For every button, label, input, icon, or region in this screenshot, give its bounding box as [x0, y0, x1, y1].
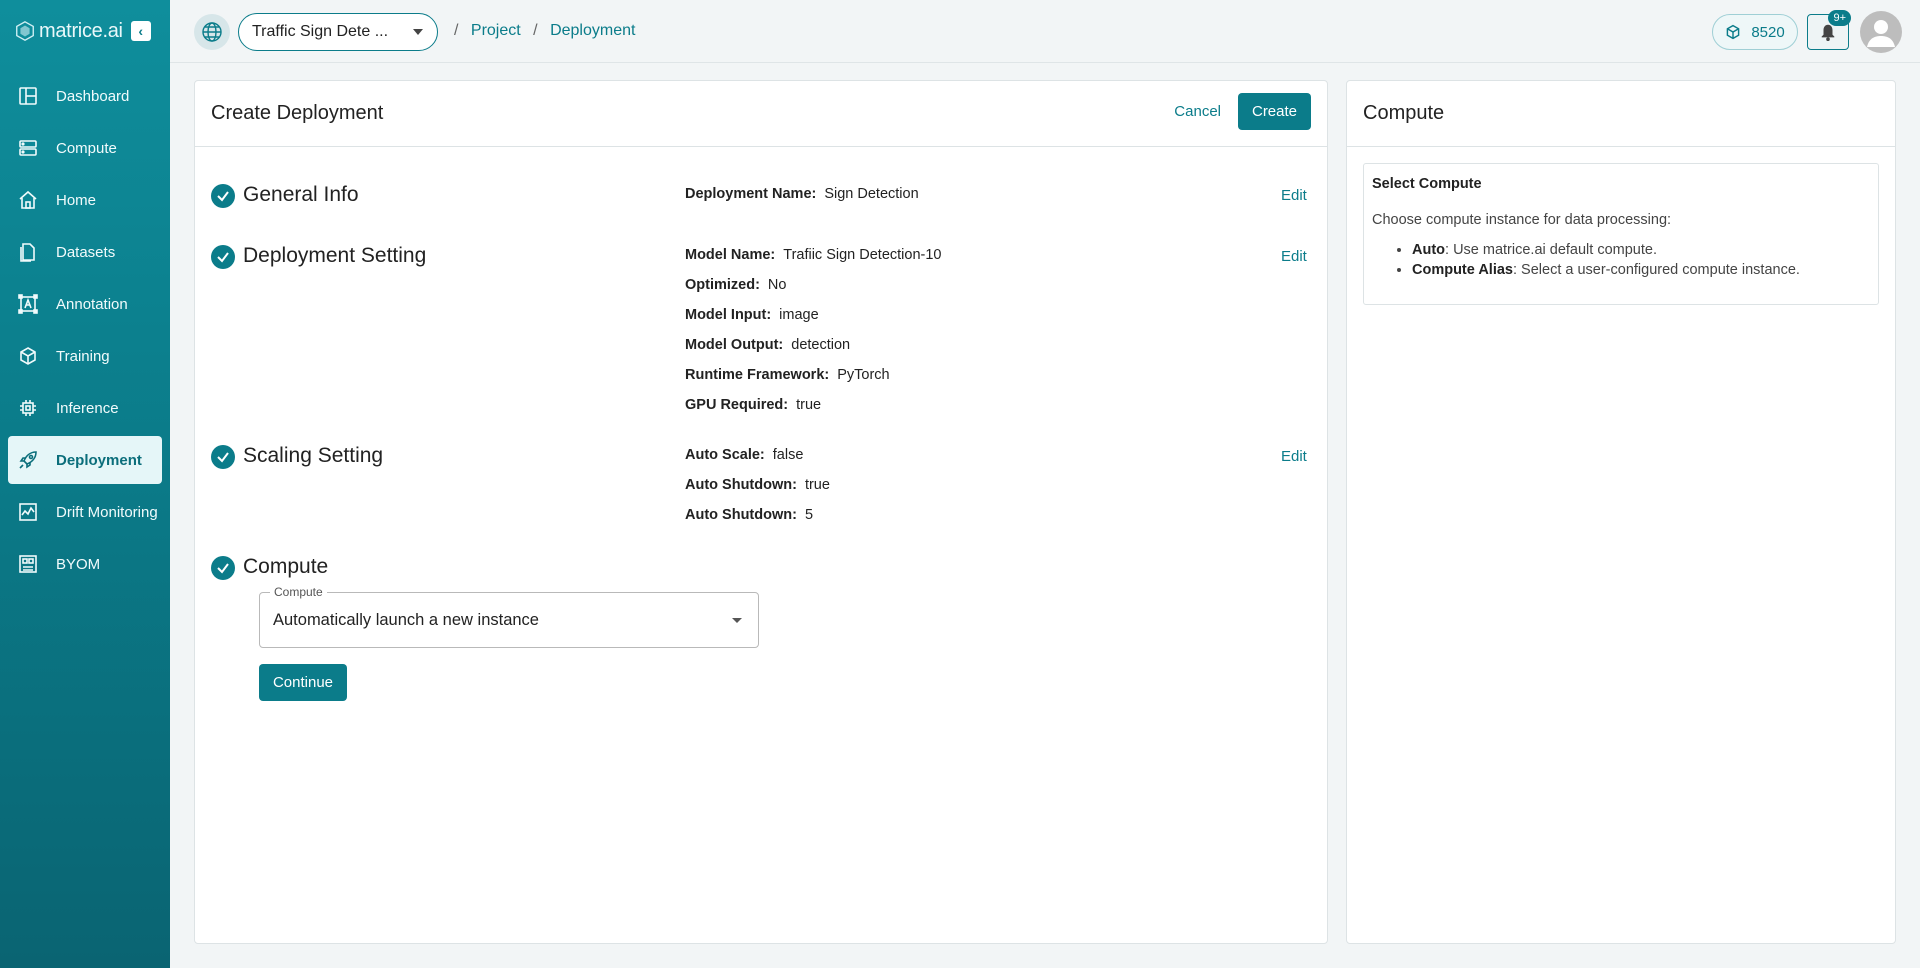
sidebar-item-label: Datasets [56, 243, 116, 261]
project-select[interactable]: Traffic Sign Dete ... [238, 13, 438, 51]
field-auto-scale: Auto Scale: false [685, 447, 804, 463]
help-title: Select Compute [1372, 176, 1482, 192]
check-circle-icon [211, 184, 235, 208]
sidebar-item-datasets[interactable]: Datasets [8, 228, 162, 276]
sidebar-item-byom[interactable]: BYOM [8, 540, 162, 588]
sidebar-item-label: Inference [56, 399, 119, 417]
notifications-button[interactable]: 9+ [1807, 10, 1851, 50]
collapse-sidebar-button[interactable]: ‹ [130, 21, 151, 41]
breadcrumb: / Project / Deployment [446, 22, 635, 40]
brand: matrice.ai ‹ [0, 0, 170, 62]
model-icon [19, 555, 37, 573]
step-title: Deployment Setting [243, 244, 427, 267]
continue-button[interactable]: Continue [259, 664, 347, 701]
field-runtime-framework: Runtime Framework: PyTorch [685, 367, 890, 383]
step-fields: Model Name: Trafiic Sign Detection-10 Opt… [685, 247, 1085, 427]
sidebar-item-label: Compute [56, 139, 117, 157]
sidebar-item-label: Deployment [56, 451, 142, 469]
cube-icon [1726, 24, 1740, 40]
chart-icon [19, 503, 37, 521]
field-model-input: Model Input: image [685, 307, 819, 323]
brand-name: matrice.ai [39, 19, 123, 42]
sidebar-item-drift-monitoring[interactable]: Drift Monitoring [8, 488, 162, 536]
compute-help-panel: Compute Select Compute Choose compute in… [1346, 80, 1896, 944]
chevron-left-icon: ‹ [138, 23, 144, 39]
field-gpu-required: GPU Required: true [685, 397, 822, 413]
dashboard-icon [19, 87, 37, 105]
sidebar: matrice.ai ‹ Dashboard Compute Home Data… [0, 0, 170, 968]
caret-down-icon [732, 618, 742, 623]
breadcrumb-separator: / [454, 22, 459, 39]
breadcrumb-deployment[interactable]: Deployment [550, 22, 635, 39]
sidebar-item-label: Drift Monitoring [56, 503, 158, 521]
sidebar-item-home[interactable]: Home [8, 176, 162, 224]
edit-general-info-button[interactable]: Edit [1281, 187, 1307, 204]
matrice-logo-icon [16, 21, 34, 41]
sidebar-item-compute[interactable]: Compute [8, 124, 162, 172]
check-circle-icon [211, 245, 235, 269]
help-description: Choose compute instance for data process… [1372, 212, 1672, 228]
chip-icon [20, 400, 36, 416]
help-box: Select Compute Choose compute instance f… [1363, 163, 1879, 305]
user-icon [1867, 20, 1895, 47]
avatar[interactable] [1860, 11, 1902, 53]
cancel-button[interactable]: Cancel [1174, 103, 1221, 120]
credits-button[interactable]: 8520 [1712, 14, 1798, 50]
caret-down-icon [413, 29, 423, 35]
compute-select-label: Compute [270, 585, 327, 599]
breadcrumb-project[interactable]: Project [471, 22, 521, 39]
server-icon [19, 140, 37, 156]
field-deployment-name: Deployment Name: Sign Detection [685, 186, 919, 202]
sidebar-nav: Dashboard Compute Home Datasets Annotati… [0, 72, 170, 588]
sidebar-item-label: Home [56, 191, 97, 209]
field-model-output: Model Output: detection [685, 337, 851, 353]
sidebar-item-label: BYOM [56, 555, 101, 573]
sidebar-item-annotation[interactable]: Annotation [8, 280, 162, 328]
create-deployment-panel: Create Deployment Cancel Create General … [194, 80, 1328, 944]
sidebar-item-label: Dashboard [56, 87, 130, 105]
step-fields: Auto Scale: false Auto Shutdown: true Auto… [685, 447, 1085, 537]
sidebar-item-deployment[interactable]: Deployment [8, 436, 162, 484]
notifications-badge: 9+ [1828, 10, 1851, 26]
step-title: General Info [243, 183, 359, 206]
edit-scaling-setting-button[interactable]: Edit [1281, 448, 1307, 465]
document-icon [20, 243, 35, 262]
sidebar-item-label: Training [56, 347, 110, 365]
create-button[interactable]: Create [1238, 93, 1311, 130]
side-panel-title: Compute [1363, 102, 1445, 124]
help-list: Auto: Use matrice.ai default compute. Co… [1372, 242, 1870, 278]
cube-icon [20, 347, 36, 365]
globe-icon [202, 22, 222, 42]
sidebar-item-label: Annotation [56, 295, 128, 313]
edit-deployment-setting-button[interactable]: Edit [1281, 248, 1307, 265]
field-model-name: Model Name: Trafiic Sign Detection-10 [685, 247, 942, 263]
step-fields: Deployment Name: Sign Detection [685, 186, 1085, 216]
home-icon [19, 190, 37, 209]
step-title: Scaling Setting [243, 444, 384, 467]
annotation-icon [18, 294, 38, 314]
topbar: Traffic Sign Dete ... / Project / Deploy… [170, 0, 1920, 63]
list-item: Compute Alias: Select a user-configured … [1412, 262, 1870, 278]
step-title: Compute [243, 555, 329, 578]
compute-select-value: Automatically launch a new instance [273, 610, 539, 629]
org-switch-button[interactable] [194, 14, 230, 50]
check-circle-icon [211, 556, 235, 580]
page-title: Create Deployment [211, 102, 384, 124]
field-optimized: Optimized: No [685, 277, 787, 293]
breadcrumb-separator: / [533, 22, 538, 39]
field-auto-shutdown-minutes: Auto Shutdown: 5 [685, 507, 814, 523]
project-select-value: Traffic Sign Dete ... [252, 23, 389, 40]
credits-value: 8520 [1751, 23, 1785, 41]
sidebar-item-inference[interactable]: Inference [8, 384, 162, 432]
sidebar-item-training[interactable]: Training [8, 332, 162, 380]
sidebar-item-dashboard[interactable]: Dashboard [8, 72, 162, 120]
compute-select[interactable]: Compute Automatically launch a new insta… [259, 585, 759, 648]
panel-header: Create Deployment Cancel Create [195, 81, 1327, 147]
list-item: Auto: Use matrice.ai default compute. [1412, 242, 1870, 258]
rocket-icon [19, 451, 37, 469]
check-circle-icon [211, 445, 235, 469]
field-auto-shutdown: Auto Shutdown: true [685, 477, 830, 493]
panel-header: Compute [1347, 81, 1895, 147]
